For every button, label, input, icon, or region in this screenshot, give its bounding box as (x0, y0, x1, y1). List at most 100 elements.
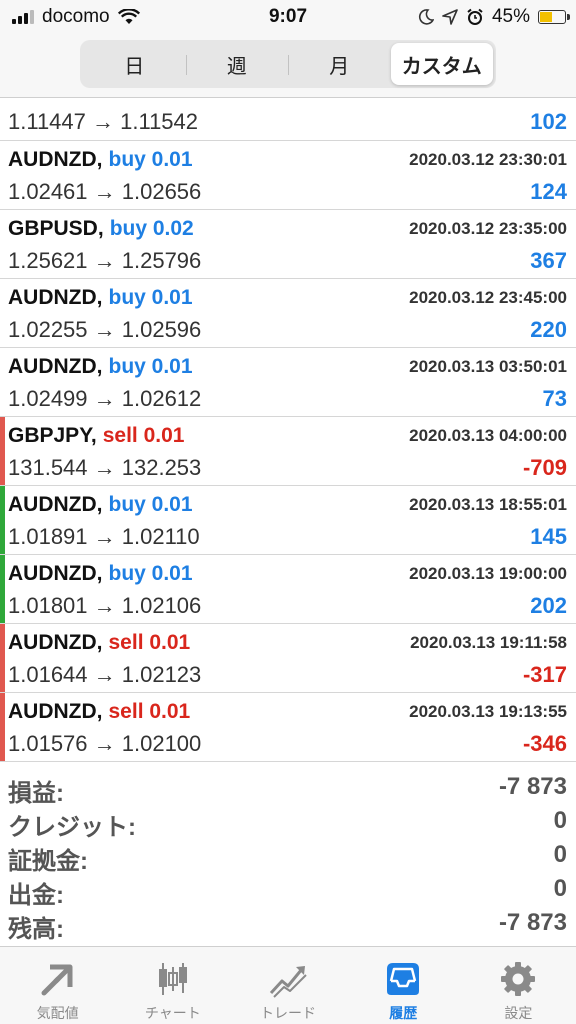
summary-value: 0 (553, 807, 567, 834)
trade-header: AUDNZD, buy 0.01 (8, 562, 193, 586)
trade-symbol: AUDNZD, (8, 148, 103, 171)
trade-action: buy 0.01 (108, 286, 193, 309)
trade-row[interactable]: AUDNZD, buy 0.01 2020.03.13 18:55:01 1.0189… (0, 486, 576, 555)
trade-row[interactable]: AUDNZD, buy 0.01 2020.03.12 23:30:01 1.0246… (0, 141, 576, 210)
tab-custom[interactable]: カスタム (390, 43, 493, 85)
trade-action: buy 0.01 (108, 562, 193, 585)
trade-prices: 1.02255 → 1.02596 (8, 317, 202, 342)
tabbar-label: チャート (144, 1005, 201, 1021)
summary-profit: 損益: -7 873 (0, 770, 576, 807)
tabbar-label: 気配値 (36, 1005, 79, 1021)
trade-row[interactable]: AUDNZD, buy 0.01 2020.03.13 03:50:01 1.0249… (0, 348, 576, 417)
trade-profit: 145 (530, 524, 567, 549)
battery-percent: 45% (491, 6, 530, 27)
trade-symbol: AUDNZD, (8, 286, 103, 309)
trade-row[interactable]: AUDNZD, sell 0.01 2020.03.13 19:11:58 1.016… (0, 624, 576, 693)
trade-time: 2020.03.12 23:30:01 (409, 150, 567, 169)
summary-value: 0 (553, 875, 567, 902)
trade-row[interactable]: AUDNZD, buy 0.01 2020.03.12 23:45:00 1.0225… (0, 279, 576, 348)
summary-deposit: 証拠金: 0 (0, 838, 576, 875)
tab-day[interactable]: 日 (83, 43, 186, 85)
quotes-icon (41, 964, 73, 996)
trade-header: AUDNZD, buy 0.01 (8, 493, 193, 517)
trade-action: buy 0.01 (108, 355, 193, 378)
trade-header: AUDNZD, buy 0.01 (8, 148, 193, 172)
summary-value: 0 (553, 841, 567, 868)
trade-profit: 102 (530, 109, 567, 134)
summary-withdrawal: 出金: 0 (0, 872, 576, 909)
period-header: 日 週 月 カスタム (0, 34, 576, 98)
history-icon (387, 963, 420, 995)
alarm-icon (467, 8, 483, 25)
trade-time: 2020.03.13 19:13:55 (409, 702, 567, 721)
tab-month[interactable]: 月 (288, 43, 391, 85)
bottom-tab-bar: 気配値 チャート トレード 履歴 設定 (0, 946, 576, 1024)
status-right: 45% (418, 6, 570, 28)
summary-value: -7 873 (498, 909, 567, 936)
trade-prices: 1.25621 → 1.25796 (8, 248, 202, 273)
trade-row[interactable]: AUDNZD, buy 0.01 2020.03.13 19:00:00 1.0180… (0, 555, 576, 624)
summary-value: -7 873 (498, 773, 567, 800)
trade-profit: -317 (522, 662, 567, 687)
trade-action: buy 0.01 (108, 148, 193, 171)
tabbar-settings[interactable]: 設定 (461, 947, 576, 1024)
trade-row[interactable]: AUDNZD, sell 0.01 2020.03.13 19:13:55 1.015… (0, 693, 576, 762)
trade-header: AUDNZD, sell 0.01 (8, 700, 190, 724)
settings-icon (501, 962, 536, 996)
tab-week[interactable]: 週 (185, 43, 289, 85)
trade-profit: -346 (522, 731, 567, 756)
trade-symbol: AUDNZD, (8, 700, 103, 723)
trade-prices: 1.01644 → 1.02123 (8, 662, 202, 687)
trade-action: buy 0.01 (108, 493, 193, 516)
trade-time: 2020.03.12 23:45:00 (409, 288, 567, 307)
trade-symbol: AUDNZD, (8, 631, 103, 654)
trade-prices: 1.01891 → 1.02110 (8, 524, 200, 549)
trade-profit: 367 (530, 248, 567, 273)
trade-time: 2020.03.13 18:55:01 (409, 495, 567, 514)
trade-prices: 1.01576 → 1.02100 (8, 731, 202, 756)
trade-row[interactable]: GBPJPY, sell 0.01 2020.03.13 04:00:00 131.5… (0, 417, 576, 486)
tabbar-quotes[interactable]: 気配値 (0, 947, 115, 1024)
trade-time: 2020.03.13 19:11:58 (410, 633, 567, 652)
trade-profit: 73 (542, 386, 567, 411)
summary-label: クレジット: (8, 814, 136, 841)
moon-icon (418, 9, 434, 25)
trade-time: 2020.03.12 23:35:00 (409, 219, 567, 238)
trade-header: AUDNZD, buy 0.01 (8, 286, 193, 310)
trade-symbol: AUDNZD, (8, 493, 103, 516)
trade-marker (0, 555, 5, 623)
trade-action: buy 0.02 (109, 217, 194, 240)
trade-profit: 202 (530, 593, 567, 618)
trade-header: AUDNZD, buy 0.01 (8, 355, 193, 379)
tabbar-trade[interactable]: トレード (230, 947, 345, 1024)
tabbar-chart[interactable]: チャート (115, 947, 230, 1024)
tabbar-label: 履歴 (389, 1005, 418, 1021)
trade-time: 2020.03.13 03:50:01 (409, 357, 567, 376)
summary-balance: 残高: -7 873 (0, 906, 576, 943)
trade-time: 2020.03.13 19:00:00 (409, 564, 567, 583)
trade-icon (269, 966, 307, 998)
trade-prices: 1.11447 → 1.11542 (8, 109, 199, 134)
tabbar-label: トレード (260, 1005, 316, 1021)
trade-symbol: AUDNZD, (8, 562, 103, 585)
period-segmented-control: 日 週 月 カスタム (80, 40, 496, 88)
status-bar: docomo 9:07 45% (0, 0, 576, 34)
trade-row-partial[interactable]: 1.11447 → 1.11542 102 (0, 99, 576, 141)
trade-prices: 1.02461 → 1.02656 (8, 179, 202, 204)
trade-header: GBPUSD, buy 0.02 (8, 217, 194, 241)
account-summary: 損益: -7 873 クレジット: 0 証拠金: 0 出金: 0 残高: -7 … (0, 770, 576, 943)
trade-time: 2020.03.13 04:00:00 (409, 426, 567, 445)
tabbar-label: 設定 (504, 1005, 533, 1021)
trade-profit: 220 (530, 317, 567, 342)
battery-icon (538, 10, 570, 24)
trade-header: GBPJPY, sell 0.01 (8, 424, 184, 448)
summary-label: 損益: (8, 780, 64, 807)
trade-marker (0, 486, 5, 554)
trade-history-list[interactable]: 1.11447 → 1.11542 102 AUDNZD, buy 0.01 202… (0, 99, 576, 763)
chart-icon (158, 963, 187, 995)
trade-prices: 1.02499 → 1.02612 (8, 386, 202, 411)
trade-row[interactable]: GBPUSD, buy 0.02 2020.03.12 23:35:00 1.2562… (0, 210, 576, 279)
trade-marker (0, 624, 5, 692)
tabbar-history[interactable]: 履歴 (346, 947, 461, 1024)
trade-profit: -709 (522, 455, 567, 480)
